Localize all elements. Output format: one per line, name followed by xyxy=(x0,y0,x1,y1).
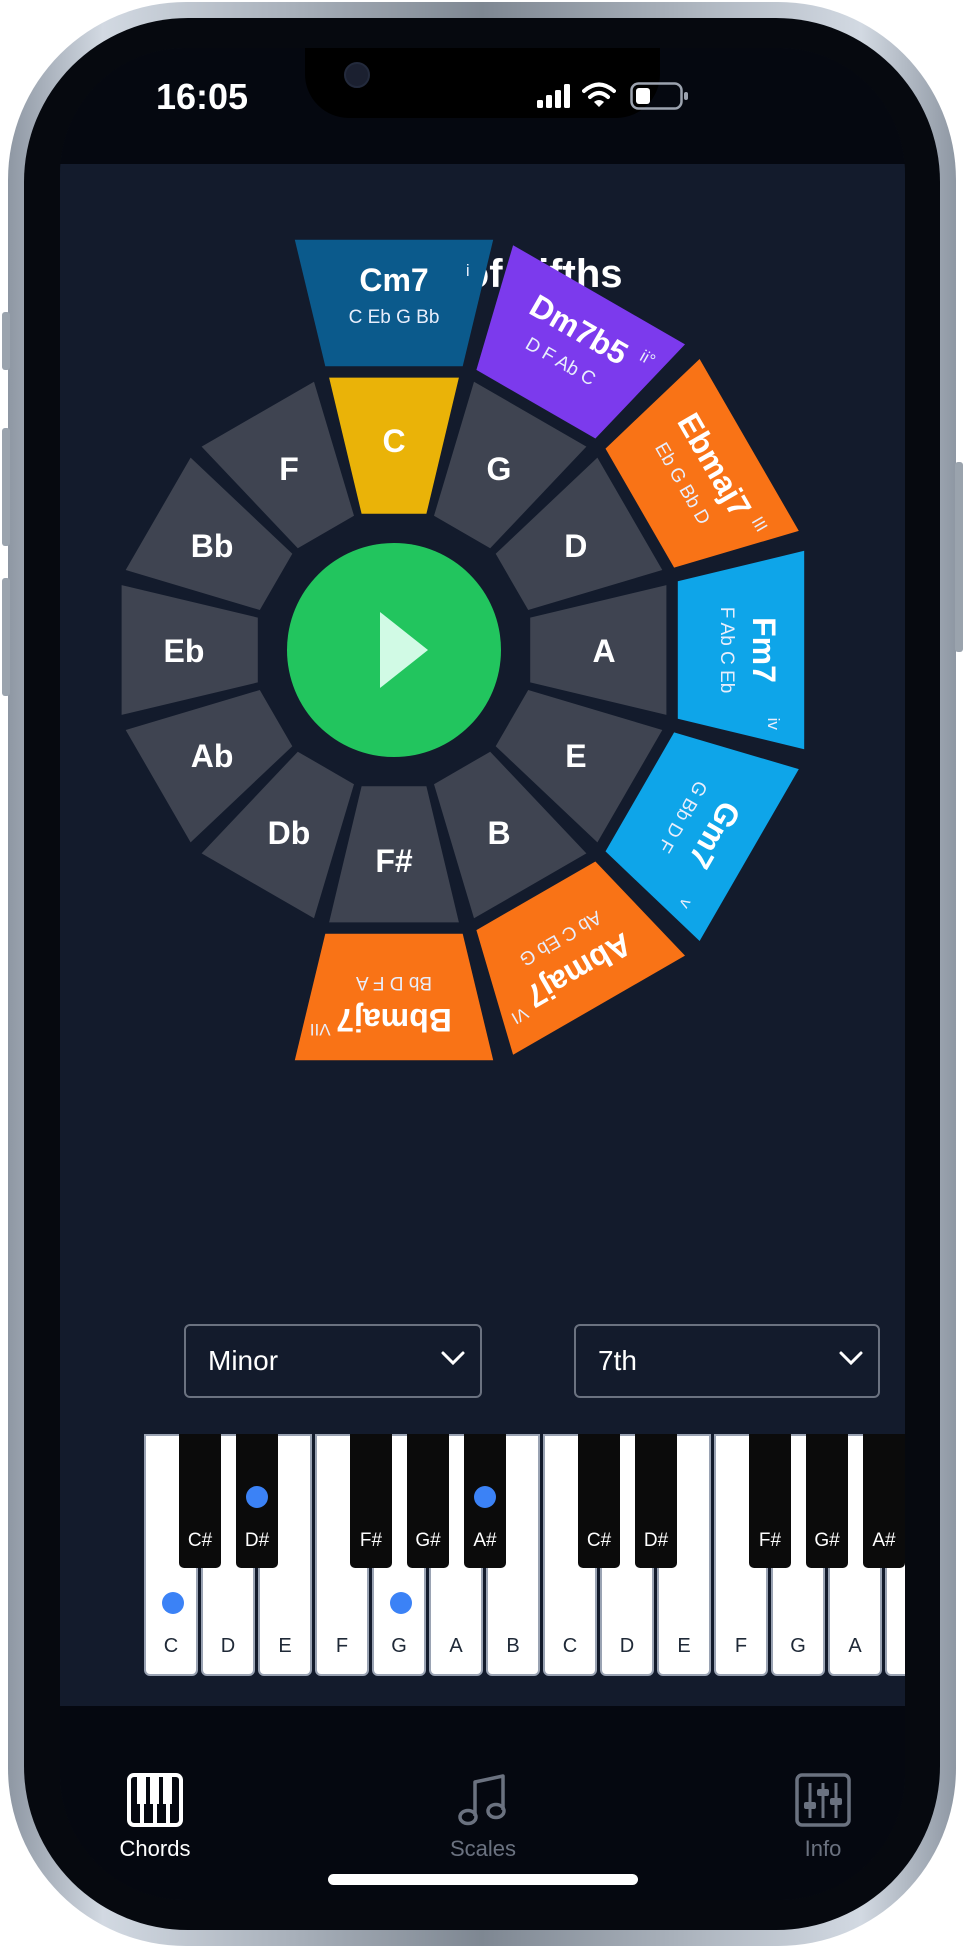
key-label: D xyxy=(564,528,587,564)
black-key-asharp[interactable]: A# xyxy=(863,1434,905,1568)
circle-of-fifths: CGDAEBF#DbAbEbBbFCm7C Eb G BbiDm7b5D F A… xyxy=(121,239,805,1061)
black-key-gsharp[interactable]: G# xyxy=(407,1434,449,1568)
tab-info[interactable]: Info xyxy=(748,1772,898,1862)
white-key-label: D xyxy=(619,1635,635,1657)
scale-select[interactable]: Minor xyxy=(184,1324,482,1398)
chord-segment-i[interactable]: Cm7 C Eb G Bb i xyxy=(294,239,494,367)
key-label: C xyxy=(382,423,405,459)
volume-up-button xyxy=(2,428,10,546)
chord-segment-vii[interactable]: Bbmaj7 Bb D F A VII xyxy=(294,933,494,1061)
black-key-label: A# xyxy=(872,1530,896,1551)
white-key-label: A xyxy=(848,1635,862,1657)
chord-numeral: VII xyxy=(310,1020,331,1039)
mute-switch xyxy=(2,312,10,370)
black-key-asharp[interactable]: A# xyxy=(464,1434,506,1568)
chord-numeral: iv xyxy=(764,718,783,731)
black-key-dsharp[interactable]: D# xyxy=(635,1434,677,1568)
key-label: A xyxy=(592,633,615,669)
white-key-label: C xyxy=(163,1635,179,1657)
active-note-dot xyxy=(162,1592,184,1614)
black-key-label: A# xyxy=(473,1530,497,1551)
tab-bar: Chords Scales Info xyxy=(60,1706,905,1900)
black-key-label: C# xyxy=(187,1530,213,1551)
tab-scales-label: Scales xyxy=(449,1836,517,1861)
power-button xyxy=(955,462,963,652)
white-key-label: F xyxy=(335,1635,349,1657)
active-note-dot xyxy=(246,1486,268,1508)
key-label: B xyxy=(487,815,510,851)
chord-type-select[interactable]: 7th xyxy=(574,1324,880,1398)
chevron-down-icon xyxy=(441,1351,465,1366)
white-key-label: B xyxy=(506,1635,520,1657)
black-key-label: D# xyxy=(244,1530,270,1551)
chord-segment-iv[interactable]: Fm7 F Ab C Eb iv xyxy=(677,550,805,750)
key-label: Ab xyxy=(191,738,234,774)
chord-notes: C Eb G Bb xyxy=(349,307,440,328)
black-key-gsharp[interactable]: G# xyxy=(806,1434,848,1568)
black-key-label: F# xyxy=(758,1530,782,1551)
home-indicator xyxy=(328,1874,638,1885)
black-key-csharp[interactable]: C# xyxy=(179,1434,221,1568)
chord-name: Cm7 xyxy=(359,262,428,298)
key-label: E xyxy=(565,738,586,774)
chord-numeral: i xyxy=(466,261,470,280)
music-note-icon xyxy=(458,1774,506,1826)
play-button[interactable] xyxy=(287,543,501,757)
key-label: Bb xyxy=(191,528,234,564)
white-key-label: B xyxy=(887,1635,905,1658)
black-key-label: C# xyxy=(586,1530,612,1551)
tab-chords-label: Chords xyxy=(119,1836,191,1861)
black-key-fsharp[interactable]: F# xyxy=(749,1434,791,1568)
black-key-dsharp[interactable]: D# xyxy=(236,1434,278,1568)
black-key-label: D# xyxy=(643,1530,669,1551)
screen: 16:05 Circle of Fifths CGDAEBF#DbAbEbBbF… xyxy=(60,48,905,1900)
white-key-label: E xyxy=(677,1635,691,1657)
black-key-csharp[interactable]: C# xyxy=(578,1434,620,1568)
tab-info-label: Info xyxy=(804,1836,842,1861)
white-key-label: F xyxy=(734,1635,748,1657)
key-label: F# xyxy=(375,843,413,879)
black-key-label: F# xyxy=(359,1530,383,1551)
active-note-dot xyxy=(390,1592,412,1614)
white-key-label: C xyxy=(562,1635,578,1657)
tab-chords[interactable]: Chords xyxy=(80,1772,230,1862)
sliders-icon xyxy=(795,1773,851,1827)
chord-name: Fm7 xyxy=(746,617,782,683)
white-key-label: A xyxy=(449,1635,463,1657)
white-key-label: G xyxy=(391,1635,407,1657)
white-key-label: E xyxy=(278,1635,292,1657)
key-label: F xyxy=(279,451,299,487)
tab-scales[interactable]: Scales xyxy=(408,1772,558,1862)
volume-down-button xyxy=(2,578,10,696)
piano-keyboard: C D E F G A B C D E F G A B C# D# F# G# A# C# D# F# G# A# xyxy=(144,1434,905,1676)
chord-notes: Bb D F A xyxy=(356,972,432,993)
white-key-label: D xyxy=(220,1635,236,1657)
black-key-label: G# xyxy=(814,1530,840,1551)
active-note-dot xyxy=(474,1486,496,1508)
piano-icon xyxy=(127,1773,183,1827)
chord-notes: F Ab C Eb xyxy=(716,607,737,694)
key-label: Eb xyxy=(164,633,205,669)
key-label: G xyxy=(487,451,512,487)
white-key-label: G xyxy=(790,1635,806,1657)
chord-name: Bbmaj7 xyxy=(336,1002,452,1038)
black-key-fsharp[interactable]: F# xyxy=(350,1434,392,1568)
key-label: Db xyxy=(268,815,311,851)
chevron-down-icon xyxy=(839,1351,863,1366)
scale-select-value: Minor xyxy=(208,1345,279,1376)
chord-type-select-value: 7th xyxy=(598,1345,637,1376)
black-key-label: G# xyxy=(415,1530,441,1551)
